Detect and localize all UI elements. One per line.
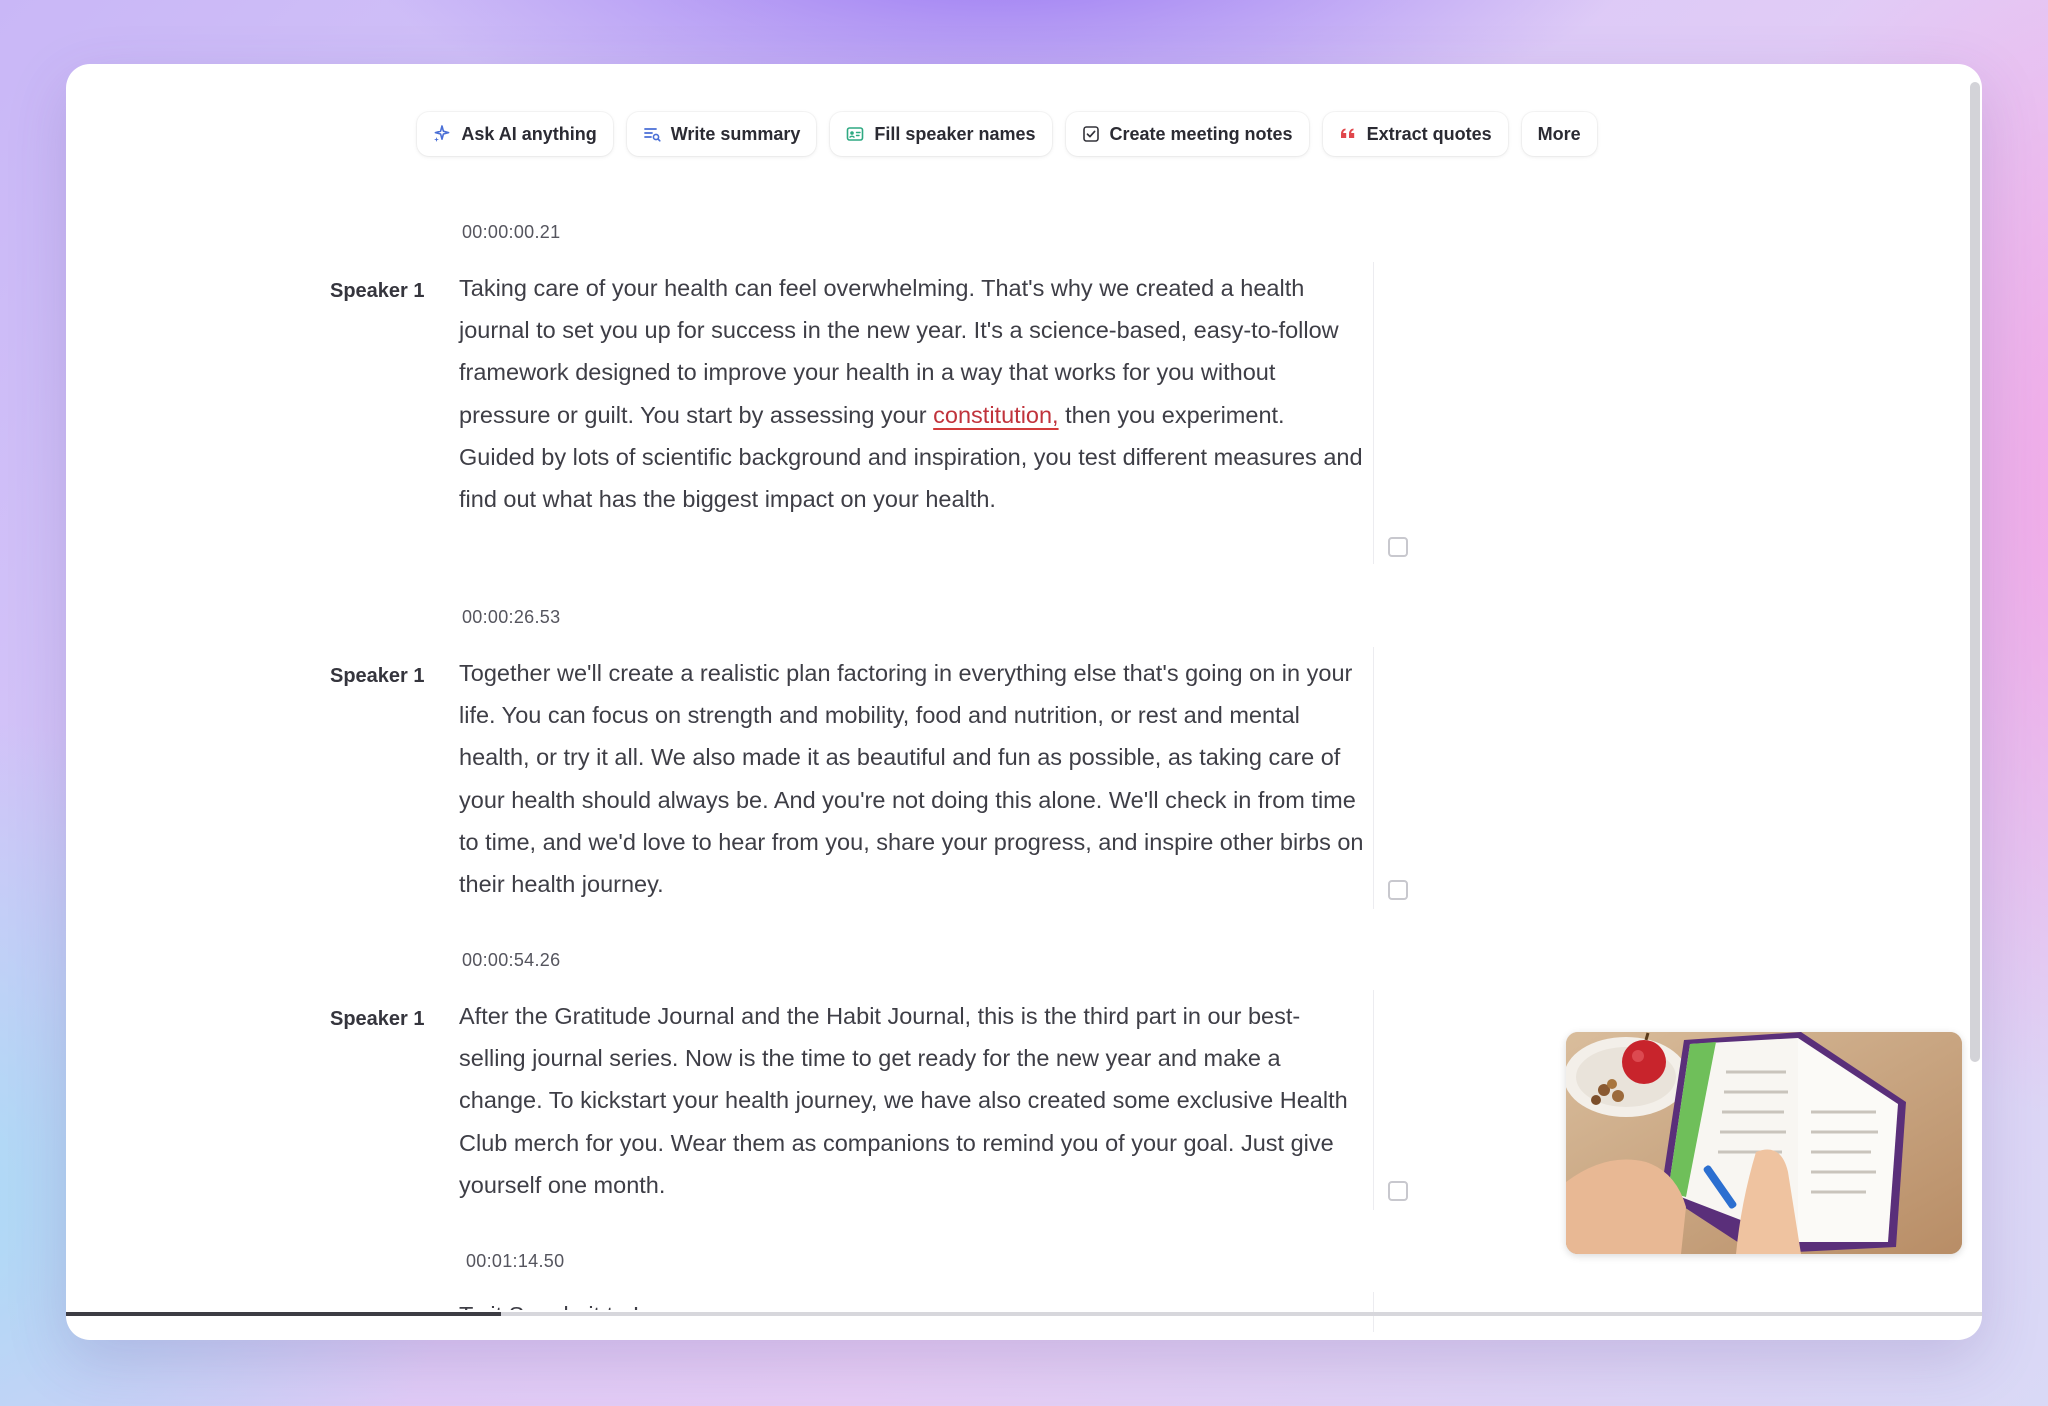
segment-timestamp[interactable]: 00:00:00.21 [462, 222, 560, 243]
segment-divider [1373, 262, 1374, 564]
video-preview[interactable] [1566, 1032, 1962, 1254]
segment-divider [1373, 990, 1374, 1210]
segment-speaker[interactable]: Speaker 1 [330, 280, 425, 303]
write-summary-label: Write summary [670, 123, 801, 144]
video-frame-image [1566, 1032, 1962, 1254]
segment-select-checkbox[interactable] [1388, 1181, 1408, 1201]
segment-timestamp[interactable]: 00:00:26.53 [462, 607, 560, 628]
segment-timestamp[interactable]: 00:00:54.26 [462, 950, 560, 971]
segment-text[interactable]: To it Say do it to I [459, 1294, 639, 1310]
segment-select-checkbox[interactable] [1388, 880, 1408, 900]
more-label: More [1537, 123, 1581, 144]
fill-speaker-names-label: Fill speaker names [874, 123, 1036, 144]
sparkle-icon [433, 125, 451, 143]
app-window: Ask AI anything Write summary Fill speak… [66, 64, 1982, 1340]
segment-divider [1373, 647, 1374, 909]
playback-progress-fill [66, 1312, 501, 1316]
fill-speaker-names-button[interactable]: Fill speaker names [830, 112, 1052, 156]
write-summary-button[interactable]: Write summary [626, 112, 817, 156]
extract-quotes-button[interactable]: Extract quotes [1322, 112, 1508, 156]
vertical-scrollbar[interactable] [1970, 82, 1980, 1062]
segment-timestamp[interactable]: 00:01:14.50 [466, 1251, 564, 1272]
summary-lines-icon [643, 125, 661, 143]
spelling-flagged-word[interactable]: constitution, [933, 402, 1058, 428]
checkbox-icon [1082, 125, 1100, 143]
ai-toolbar: Ask AI anything Write summary Fill speak… [66, 112, 1982, 156]
segment-text[interactable]: Taking care of your health can feel over… [459, 267, 1364, 520]
id-card-icon [846, 125, 864, 143]
extract-quotes-label: Extract quotes [1366, 123, 1492, 144]
playback-progress-track[interactable] [66, 1312, 1982, 1316]
segment-text[interactable]: Together we'll create a realistic plan f… [459, 652, 1364, 905]
more-button[interactable]: More [1521, 112, 1597, 156]
segment-select-checkbox[interactable] [1388, 537, 1408, 557]
ask-ai-button[interactable]: Ask AI anything [417, 112, 613, 156]
create-meeting-notes-label: Create meeting notes [1109, 123, 1293, 144]
segment-text[interactable]: After the Gratitude Journal and the Habi… [459, 995, 1364, 1206]
segment-speaker[interactable]: Speaker 1 [330, 665, 425, 688]
ask-ai-label: Ask AI anything [461, 123, 597, 144]
create-meeting-notes-button[interactable]: Create meeting notes [1065, 112, 1309, 156]
quote-icon [1339, 125, 1357, 143]
segment-speaker[interactable]: Speaker 1 [330, 1008, 425, 1031]
